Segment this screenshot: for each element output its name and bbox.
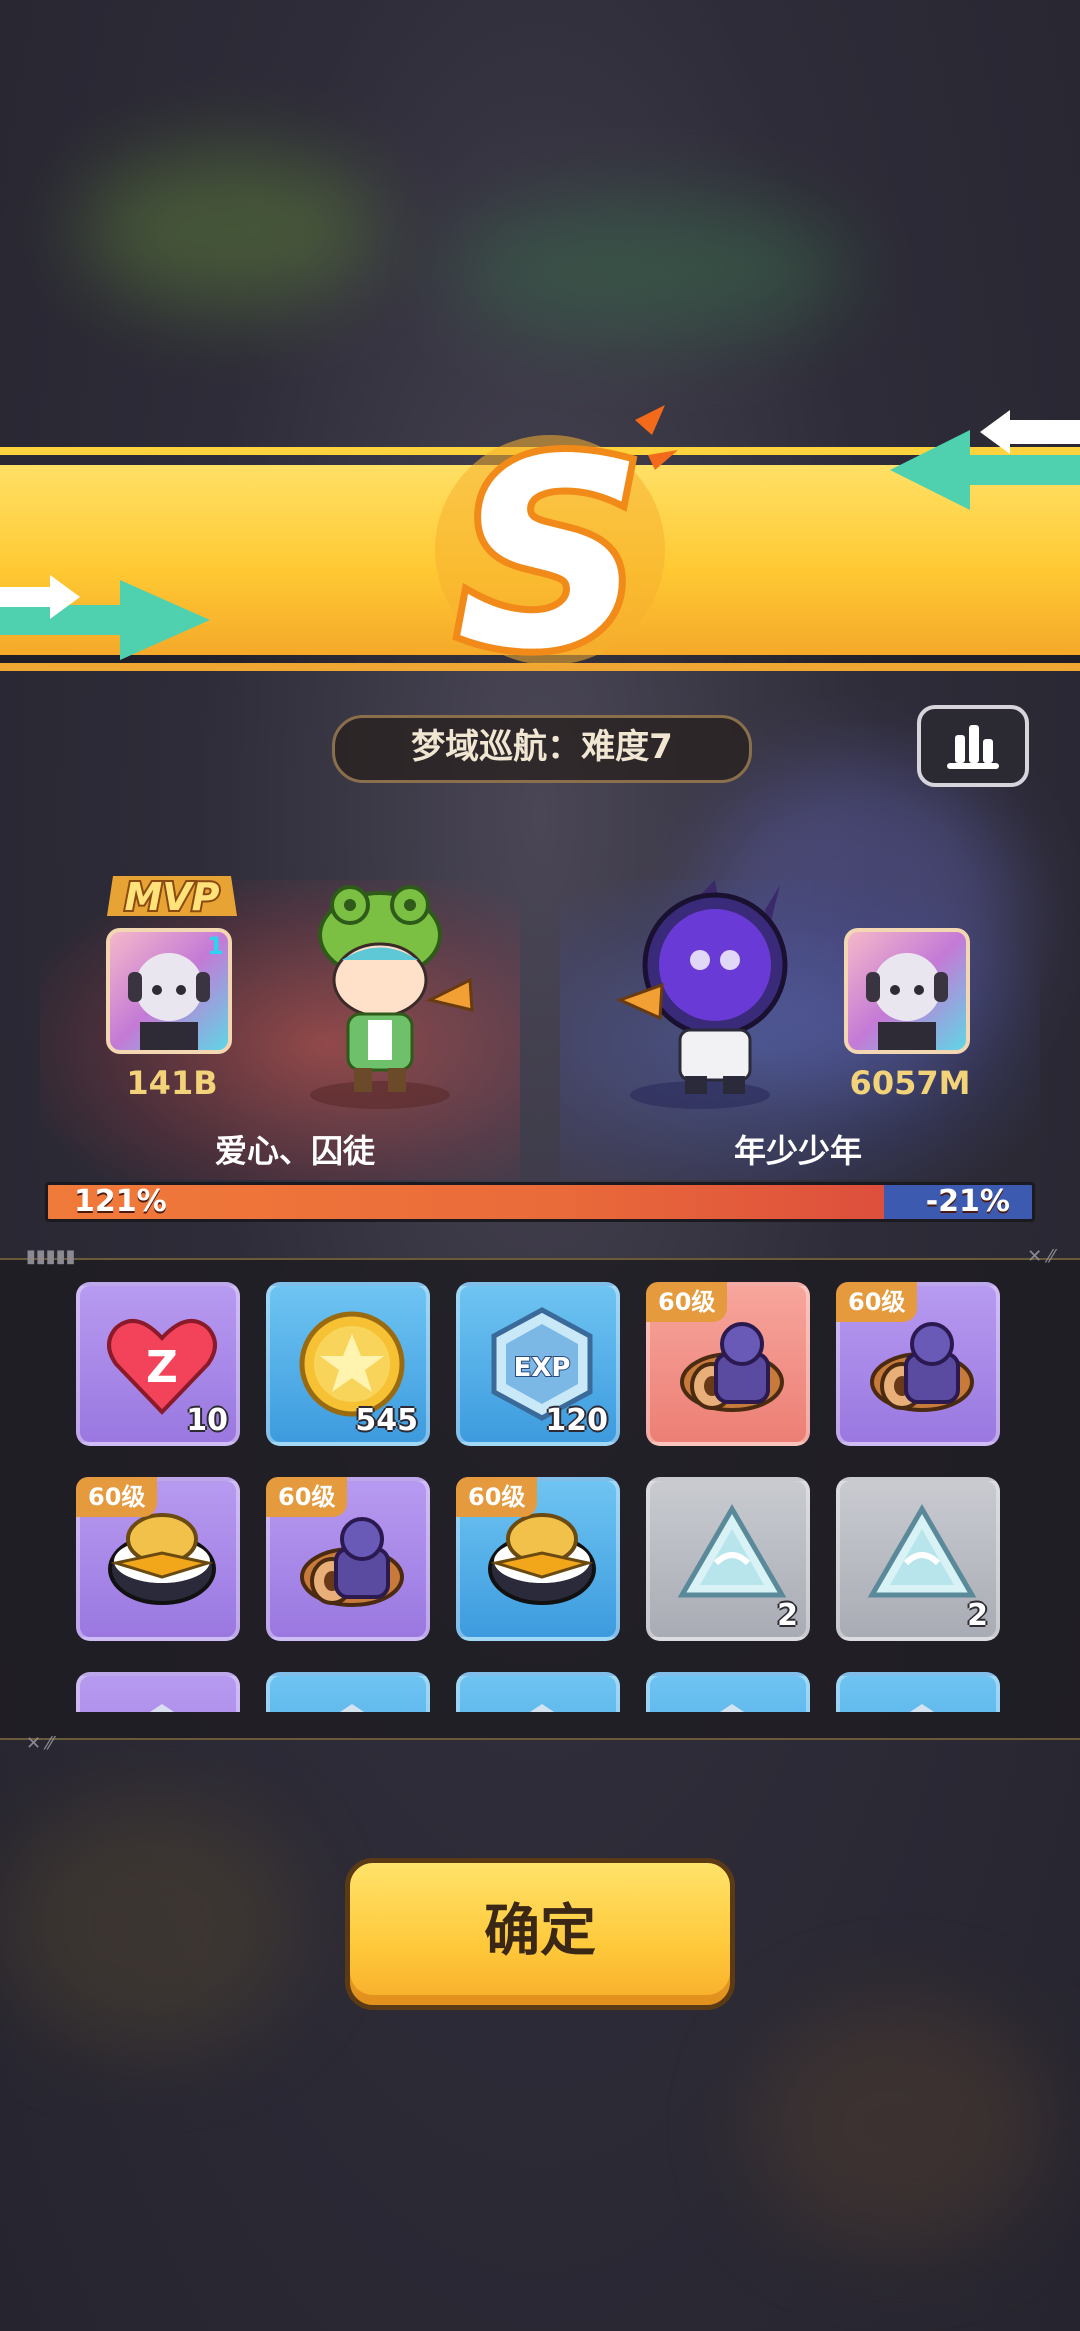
svg-text:Z: Z: [146, 1342, 178, 1393]
backdrop-blob: [750, 2000, 1050, 2250]
reward-level-badge: 60级: [646, 1282, 728, 1322]
panel-corner-deco: ✕ ⁄⁄: [1027, 1246, 1054, 1267]
reward-count: 2: [967, 1598, 988, 1633]
contribution-right-label: -21%: [925, 1184, 1010, 1219]
reward-level-badge: 60级: [836, 1282, 918, 1322]
reward-count: 545: [355, 1403, 418, 1438]
cat-scroll-icon: [862, 1304, 982, 1424]
reward-item-exp-badge[interactable]: EXP 120: [456, 1282, 620, 1446]
bird-helmet-icon: [482, 1499, 602, 1619]
dungeon-title: 梦域巡航：难度7: [332, 715, 752, 783]
contribution-bar: 121% -21%: [45, 1182, 1035, 1222]
reward-item-bird-helmet[interactable]: 60级: [76, 1477, 240, 1641]
reward-level-badge: 60级: [456, 1477, 538, 1517]
bar-chart-icon: [947, 725, 999, 769]
reward-item-partial[interactable]: [456, 1672, 620, 1712]
reward-count: 2: [777, 1598, 798, 1633]
avatar-level: 1: [207, 932, 224, 960]
panel-corner-deco: ▮▮▮▮▮: [26, 1246, 76, 1267]
player-name-group: 年少少年: [733, 1132, 862, 1170]
reward-item-gold-coin[interactable]: 545: [266, 1282, 430, 1446]
reward-item-ice-crystal[interactable]: 2: [646, 1477, 810, 1641]
backdrop-blob: [0, 1800, 300, 2050]
partial-icon: [672, 1694, 792, 1712]
cat-scroll-icon: [672, 1304, 792, 1424]
backdrop-blob: [80, 150, 380, 310]
player-name-group: 爱心、囚徒: [214, 1132, 375, 1170]
partial-icon: [482, 1694, 602, 1712]
reward-item-cat-scroll[interactable]: 60级: [646, 1282, 810, 1446]
confirm-button[interactable]: 确定: [345, 1858, 735, 2010]
stats-button[interactable]: [917, 705, 1029, 787]
frog-hero-figure: [310, 885, 474, 1109]
arrow-right-icon: [890, 410, 1080, 510]
cat-hero-figure: [615, 880, 788, 1109]
reward-level-badge: 60级: [76, 1477, 158, 1517]
reward-count: 120: [545, 1403, 608, 1438]
reward-item-bird-helmet[interactable]: 60级: [456, 1477, 620, 1641]
reward-item-ice-crystal[interactable]: 2: [836, 1477, 1000, 1641]
player-score: 6057M: [849, 1064, 971, 1102]
mvp-label: MVP: [124, 875, 219, 919]
reward-item-partial[interactable]: [646, 1672, 810, 1712]
reward-level-badge: 60级: [266, 1477, 348, 1517]
rank-letter-text: S: [456, 405, 643, 690]
ice-crystal-icon: [672, 1499, 792, 1619]
contribution-left-label: 121%: [74, 1184, 167, 1219]
reward-count: 10: [186, 1403, 228, 1438]
bird-helmet-icon: [102, 1499, 222, 1619]
partial-icon: [292, 1694, 412, 1712]
player-score: 141B: [126, 1064, 218, 1102]
svg-text:EXP: EXP: [514, 1353, 571, 1383]
player-avatar[interactable]: [844, 928, 970, 1054]
player-avatar[interactable]: 1: [106, 928, 232, 1054]
mvp-badge: MVP: [107, 873, 237, 921]
reward-item-partial[interactable]: [266, 1672, 430, 1712]
partial-icon: [862, 1694, 982, 1712]
partial-icon: [102, 1694, 222, 1712]
rank-s-icon: S: [435, 400, 678, 690]
rewards-grid[interactable]: Z 10 545 EXP 120 60级 60级 60级 60级 60级 2 2: [76, 1282, 1006, 1712]
backdrop-blob: [450, 200, 850, 340]
arrow-left-icon: [0, 575, 210, 660]
ice-crystal-icon: [862, 1499, 982, 1619]
reward-item-partial[interactable]: [836, 1672, 1000, 1712]
reward-item-heart-ticket[interactable]: Z 10: [76, 1282, 240, 1446]
cat-scroll-icon: [292, 1499, 412, 1619]
panel-corner-deco: ✕ ⁄⁄: [26, 1733, 53, 1754]
reward-item-cat-scroll[interactable]: 60级: [266, 1477, 430, 1641]
contribution-fill: [48, 1185, 885, 1219]
reward-item-partial[interactable]: [76, 1672, 240, 1712]
character-portrait-icon: [866, 953, 948, 1050]
reward-item-cat-scroll[interactable]: 60级: [836, 1282, 1000, 1446]
